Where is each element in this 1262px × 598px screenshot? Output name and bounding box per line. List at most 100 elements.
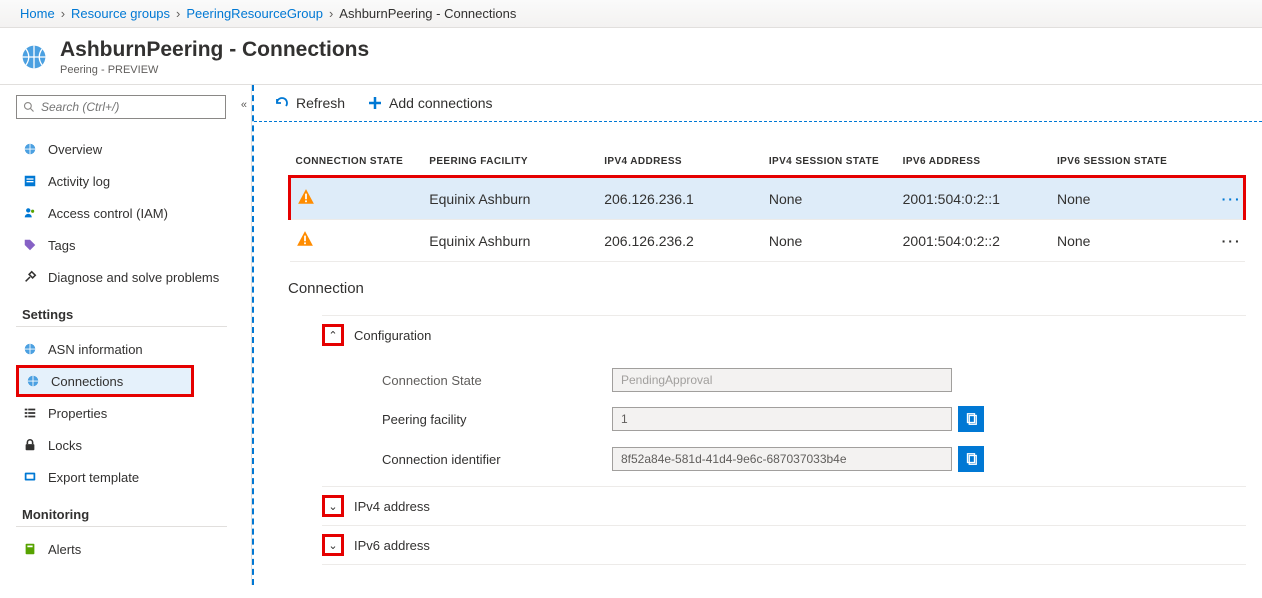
row-actions-icon[interactable]: ··· xyxy=(1216,220,1245,262)
sidebar-item-label: Locks xyxy=(48,438,82,453)
sidebar-item-connections[interactable]: Connections xyxy=(16,365,194,397)
refresh-icon xyxy=(274,95,290,111)
divider xyxy=(16,526,227,527)
sidebar-item-label: Tags xyxy=(48,238,75,253)
breadcrumb-resource-groups[interactable]: Resource groups xyxy=(71,6,170,21)
connections-table: CONNECTION STATE PEERING FACILITY IPV4 A… xyxy=(288,148,1246,262)
main-content: Refresh Add connections CONNECTION STATE… xyxy=(252,85,1262,585)
globe-icon xyxy=(22,341,38,357)
tag-icon xyxy=(22,237,38,253)
cell-ipv4: 206.126.236.1 xyxy=(598,177,763,220)
sidebar-item-overview[interactable]: Overview xyxy=(16,133,251,165)
sidebar-item-iam[interactable]: Access control (IAM) xyxy=(16,197,251,229)
page-title: AshburnPeering - Connections xyxy=(60,38,369,62)
breadcrumb-current: AshburnPeering - Connections xyxy=(339,6,516,21)
col-ipv4-session-state[interactable]: IPV4 SESSION STATE xyxy=(763,148,897,177)
sidebar-item-properties[interactable]: Properties xyxy=(16,397,251,429)
sidebar-item-tags[interactable]: Tags xyxy=(16,229,251,261)
refresh-label: Refresh xyxy=(296,95,345,111)
copy-icon xyxy=(964,452,978,466)
chevron-down-icon[interactable]: ⌄ xyxy=(322,495,344,517)
sidebar-section-settings: Settings xyxy=(22,307,251,322)
peering-facility-input xyxy=(612,407,952,431)
toolbar: Refresh Add connections xyxy=(254,85,1262,122)
section-label: Configuration xyxy=(354,328,431,343)
table-row[interactable]: Equinix Ashburn 206.126.236.2 None 2001:… xyxy=(290,220,1245,262)
sidebar-item-diagnose[interactable]: Diagnose and solve problems xyxy=(16,261,251,293)
warning-icon xyxy=(296,230,314,248)
chevron-right-icon: › xyxy=(329,6,333,21)
section-label: IPv6 address xyxy=(354,538,430,553)
search-input[interactable] xyxy=(41,100,219,114)
connection-detail: Connection ⌃ Configuration Connection St… xyxy=(254,262,1262,565)
form-label: Connection identifier xyxy=(382,452,612,467)
wrench-icon xyxy=(22,269,38,285)
detail-heading: Connection xyxy=(288,280,1246,297)
chevron-down-icon[interactable]: ⌄ xyxy=(322,534,344,556)
sidebar-item-alerts[interactable]: Alerts xyxy=(16,533,251,565)
plus-icon xyxy=(367,95,383,111)
col-ipv6-session-state[interactable]: IPV6 SESSION STATE xyxy=(1051,148,1216,177)
sidebar-item-label: Overview xyxy=(48,142,102,157)
search-icon xyxy=(23,101,35,113)
export-icon xyxy=(22,469,38,485)
lock-icon xyxy=(22,437,38,453)
copy-icon xyxy=(964,412,978,426)
sidebar-item-label: ASN information xyxy=(48,342,143,357)
page-subtitle: Peering - PREVIEW xyxy=(60,64,369,76)
chevron-right-icon: › xyxy=(176,6,180,21)
row-actions-icon[interactable]: ··· xyxy=(1216,177,1245,220)
globe-icon xyxy=(22,141,38,157)
col-ipv4-address[interactable]: IPV4 ADDRESS xyxy=(598,148,763,177)
log-icon xyxy=(22,173,38,189)
field-connection-state: Connection State xyxy=(382,368,1246,392)
collapse-sidebar-icon[interactable]: « xyxy=(241,99,247,111)
cell-ipv6-state: None xyxy=(1051,177,1216,220)
table-row[interactable]: Equinix Ashburn 206.126.236.1 None 2001:… xyxy=(290,177,1245,220)
chevron-up-icon[interactable]: ⌃ xyxy=(322,324,344,346)
alert-icon xyxy=(22,541,38,557)
cell-ipv6-state: None xyxy=(1051,220,1216,262)
sidebar-item-label: Activity log xyxy=(48,174,110,189)
add-connections-button[interactable]: Add connections xyxy=(367,95,493,111)
breadcrumb-home[interactable]: Home xyxy=(20,6,55,21)
refresh-button[interactable]: Refresh xyxy=(274,95,345,111)
sidebar-item-label: Connections xyxy=(51,374,123,389)
breadcrumb-group[interactable]: PeeringResourceGroup xyxy=(186,6,323,21)
cell-ipv6: 2001:504:0:2::2 xyxy=(897,220,1051,262)
sidebar-item-label: Properties xyxy=(48,406,107,421)
copy-button[interactable] xyxy=(958,406,984,432)
col-connection-state[interactable]: CONNECTION STATE xyxy=(290,148,424,177)
form-label: Peering facility xyxy=(382,412,612,427)
col-peering-facility[interactable]: PEERING FACILITY xyxy=(423,148,598,177)
sidebar-item-export-template[interactable]: Export template xyxy=(16,461,251,493)
sidebar-item-label: Diagnose and solve problems xyxy=(48,270,219,285)
sidebar-item-asn[interactable]: ASN information xyxy=(16,333,251,365)
col-ipv6-address[interactable]: IPV6 ADDRESS xyxy=(897,148,1051,177)
section-ipv6[interactable]: ⌄ IPv6 address xyxy=(322,525,1246,565)
form-label: Connection State xyxy=(382,373,612,388)
copy-button[interactable] xyxy=(958,446,984,472)
breadcrumb: Home › Resource groups › PeeringResource… xyxy=(0,0,1262,28)
cell-ipv4: 206.126.236.2 xyxy=(598,220,763,262)
cell-ipv6: 2001:504:0:2::1 xyxy=(897,177,1051,220)
sidebar-item-activity-log[interactable]: Activity log xyxy=(16,165,251,197)
connection-identifier-input xyxy=(612,447,952,471)
sidebar-item-locks[interactable]: Locks xyxy=(16,429,251,461)
sidebar: « Overview Activity log Access control (… xyxy=(0,85,252,585)
warning-icon xyxy=(297,188,315,206)
globe-icon xyxy=(25,373,41,389)
cell-facility: Equinix Ashburn xyxy=(423,220,598,262)
section-label: IPv4 address xyxy=(354,499,430,514)
section-ipv4[interactable]: ⌄ IPv4 address xyxy=(322,486,1246,525)
add-label: Add connections xyxy=(389,95,493,111)
cell-ipv4-state: None xyxy=(763,177,897,220)
section-configuration[interactable]: ⌃ Configuration xyxy=(322,315,1246,354)
chevron-right-icon: › xyxy=(61,6,65,21)
page-header: AshburnPeering - Connections Peering - P… xyxy=(0,28,1262,85)
sidebar-item-label: Access control (IAM) xyxy=(48,206,168,221)
field-peering-facility: Peering facility xyxy=(382,406,1246,432)
sidebar-item-label: Export template xyxy=(48,470,139,485)
divider xyxy=(16,326,227,327)
sidebar-search[interactable] xyxy=(16,95,226,119)
